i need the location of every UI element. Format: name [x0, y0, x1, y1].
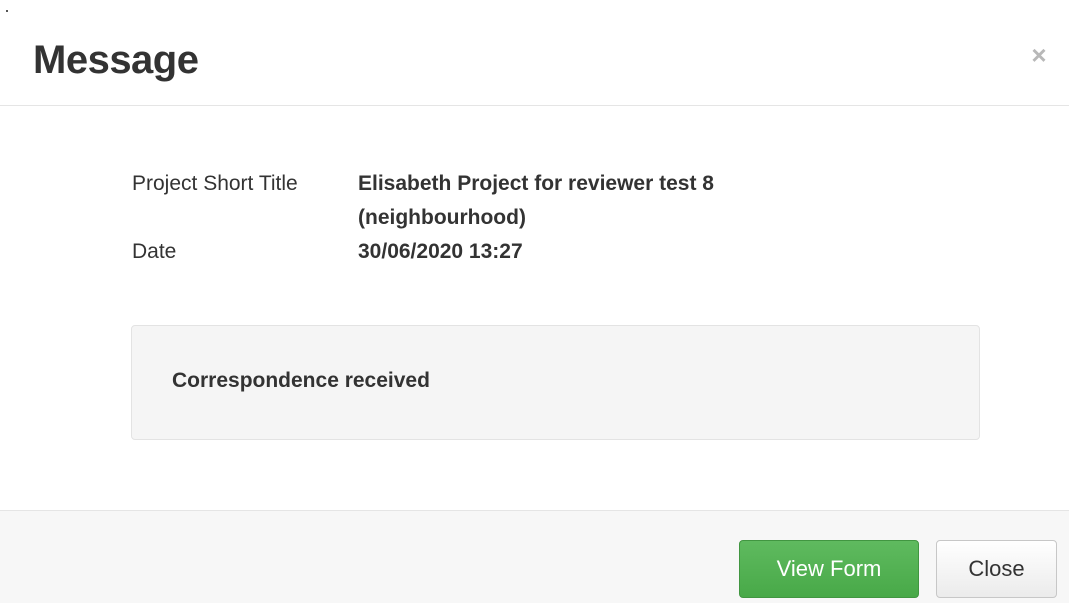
detail-row-project: Project Short Title Elisabeth Project fo…: [132, 167, 878, 235]
dialog-header: Message ×: [0, 0, 1069, 106]
dialog-footer: View Form Close: [0, 510, 1069, 603]
details-table: Project Short Title Elisabeth Project fo…: [132, 167, 878, 269]
close-icon[interactable]: ×: [1027, 40, 1051, 70]
message-panel: Correspondence received: [131, 325, 980, 440]
project-short-title-value: Elisabeth Project for reviewer test 8 (n…: [358, 172, 714, 229]
message-dialog: Message × Project Short Title Elisabeth …: [0, 0, 1069, 603]
project-short-title-label: Project Short Title: [132, 172, 298, 195]
message-text: Correspondence received: [172, 369, 430, 392]
detail-row-date: Date 30/06/2020 13:27: [132, 235, 878, 269]
view-form-button[interactable]: View Form: [739, 540, 919, 598]
date-value: 30/06/2020 13:27: [358, 240, 523, 263]
date-label: Date: [132, 240, 177, 263]
close-button[interactable]: Close: [936, 540, 1057, 598]
dialog-body: Project Short Title Elisabeth Project fo…: [0, 107, 1069, 510]
dialog-title: Message: [33, 38, 199, 82]
